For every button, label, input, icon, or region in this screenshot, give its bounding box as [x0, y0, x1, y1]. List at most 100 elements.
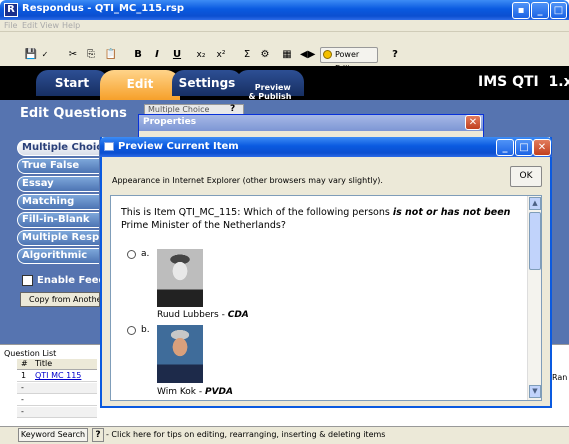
type-fill-in-blank-label: Fill-in-Blank	[22, 214, 90, 225]
preview-title-bar[interactable]: Preview Current Item _ □ ✕	[100, 137, 552, 157]
table-row[interactable]: -	[17, 407, 97, 418]
tab-preview-publish-label: Preview & Publish	[248, 83, 292, 101]
help-button-icon[interactable]: ▪	[512, 2, 530, 19]
preview-close-button[interactable]: ✕	[533, 139, 551, 156]
right-column-clip: Ran	[552, 373, 568, 382]
tab-settings-label: Settings	[178, 76, 236, 90]
answer-b-radio[interactable]	[127, 326, 136, 335]
question-text-suffix: Prime Minister of the Netherlands?	[121, 220, 286, 231]
preview-title: Preview Current Item	[118, 141, 239, 152]
answer-b-letter: b.	[141, 325, 150, 335]
audio-icon[interactable]: ◀▶	[300, 48, 315, 62]
keyword-search-button[interactable]: Keyword Search	[18, 428, 88, 442]
answer-b-name: Wim Kok -	[157, 387, 205, 397]
paste-icon[interactable]: 📋	[104, 48, 118, 62]
scroll-down-arrow-icon[interactable]: ▼	[529, 385, 541, 398]
answer-b-party: PVDA	[204, 387, 233, 397]
type-multiple-response-button[interactable]: Multiple Response	[17, 230, 99, 246]
power-edit-button[interactable]: Power Edit	[320, 47, 378, 73]
menu-bar: File Edit View Help	[0, 20, 569, 32]
copy-icon[interactable]: ⎘	[84, 48, 98, 62]
menu-edit[interactable]: Edit	[22, 21, 38, 30]
status-hint-text: - Click here for tips on editing, rearra…	[106, 430, 386, 439]
question-type-header-text: Multiple Choice	[148, 105, 210, 114]
col-title-header: Title	[35, 359, 53, 368]
minimize-button[interactable]: _	[531, 2, 549, 19]
type-matching-button[interactable]: Matching	[17, 194, 99, 210]
main-title-bar[interactable]: R Respondus - QTI_MC_115.rsp ▪ _ □	[0, 0, 569, 20]
row-dash: -	[21, 407, 24, 416]
answer-a-letter: a.	[141, 249, 150, 259]
type-algorithmic-button[interactable]: Algorithmic	[17, 248, 99, 264]
answer-a-radio[interactable]	[127, 250, 136, 259]
equation-icon[interactable]: Σ	[240, 48, 254, 62]
preview-maximize-button[interactable]: □	[515, 139, 533, 156]
tab-settings[interactable]: Settings	[172, 70, 242, 96]
media-icon[interactable]: ⚙	[258, 48, 272, 62]
edit-questions-heading: Edit Questions	[20, 106, 127, 121]
help-icon[interactable]: ?	[388, 48, 402, 62]
brand-label: IMS QTI 1.x	[478, 74, 569, 90]
copy-from-another-label: Copy from Another	[29, 295, 100, 304]
tab-edit-label: Edit	[126, 77, 154, 91]
type-true-false-button[interactable]: True False	[17, 158, 99, 174]
preview-ok-button[interactable]: OK	[510, 166, 542, 187]
menu-help[interactable]: Help	[62, 21, 80, 30]
menu-file[interactable]: File	[4, 21, 17, 30]
keyword-search-label: Keyword Search	[20, 430, 86, 439]
cut-icon[interactable]: ✂	[66, 48, 80, 62]
type-algorithmic-label: Algorithmic	[22, 250, 88, 261]
answer-a-party: CDA	[227, 310, 249, 320]
row-dash: -	[21, 395, 24, 404]
question-text-prefix: This is Item QTI_MC_115: Which of the fo…	[121, 207, 393, 218]
portrait-image	[157, 249, 203, 307]
maximize-button[interactable]: □	[550, 2, 567, 19]
preview-content: This is Item QTI_MC_115: Which of the fo…	[110, 195, 542, 401]
superscript-icon[interactable]: x²	[214, 48, 228, 62]
table-row[interactable]: -	[17, 395, 97, 406]
copy-from-another-button[interactable]: Copy from Another	[20, 292, 100, 307]
subscript-icon[interactable]: x₂	[194, 48, 208, 62]
answer-a-name: Ruud Lubbers -	[157, 310, 228, 320]
table-icon[interactable]: ▦	[280, 48, 294, 62]
properties-title-bar[interactable]: Properties ✕	[139, 115, 483, 131]
underline-icon[interactable]: U	[170, 48, 184, 62]
question-type-help-icon[interactable]: ?	[230, 104, 235, 114]
col-num-header: #	[21, 359, 28, 368]
scroll-up-arrow-icon[interactable]: ▲	[529, 197, 541, 210]
tab-start-label: Start	[54, 76, 90, 90]
question-list-header: # Title	[17, 359, 97, 370]
enable-feedback-checkbox[interactable]	[22, 275, 33, 286]
table-row[interactable]: -	[17, 383, 97, 394]
portrait-image	[157, 325, 203, 383]
type-multiple-choice-button[interactable]: Multiple Choice	[17, 140, 99, 156]
preview-scrollbar[interactable]: ▲ ▼	[527, 196, 541, 400]
answer-a-text: Ruud Lubbers - CDA	[157, 310, 249, 320]
menu-view[interactable]: View	[40, 21, 59, 30]
type-fill-in-blank-button[interactable]: Fill-in-Blank	[17, 212, 99, 228]
power-edit-icon	[323, 50, 332, 59]
preview-window: Preview Current Item _ □ ✕ Appearance in…	[100, 137, 552, 408]
row-dash: -	[21, 383, 24, 392]
question-text: This is Item QTI_MC_115: Which of the fo…	[121, 206, 517, 232]
preview-window-icon	[104, 142, 114, 151]
spellcheck-icon[interactable]: ✓	[38, 48, 52, 62]
tab-start[interactable]: Start	[36, 70, 108, 96]
preview-minimize-button[interactable]: _	[496, 139, 514, 156]
preview-note: Appearance in Internet Explorer (other b…	[112, 176, 383, 185]
type-essay-button[interactable]: Essay	[17, 176, 99, 192]
bold-icon[interactable]: B	[131, 48, 145, 62]
table-row[interactable]: 1 QTI MC 115	[17, 371, 97, 382]
tab-preview-publish[interactable]: Preview & Publish	[236, 70, 304, 101]
row-title-link[interactable]: QTI MC 115	[35, 371, 81, 381]
tab-edit[interactable]: Edit	[100, 70, 180, 100]
answer-b-text: Wim Kok - PVDA	[157, 387, 233, 397]
type-matching-label: Matching	[22, 196, 75, 207]
italic-icon[interactable]: I	[150, 48, 164, 62]
status-help-icon[interactable]: ?	[92, 428, 104, 442]
type-multiple-response-label: Multiple Response	[22, 232, 99, 243]
properties-close-button[interactable]: ✕	[465, 115, 481, 130]
type-true-false-label: True False	[22, 160, 80, 171]
save-icon[interactable]: 💾	[24, 48, 38, 62]
scroll-thumb[interactable]	[529, 212, 541, 270]
